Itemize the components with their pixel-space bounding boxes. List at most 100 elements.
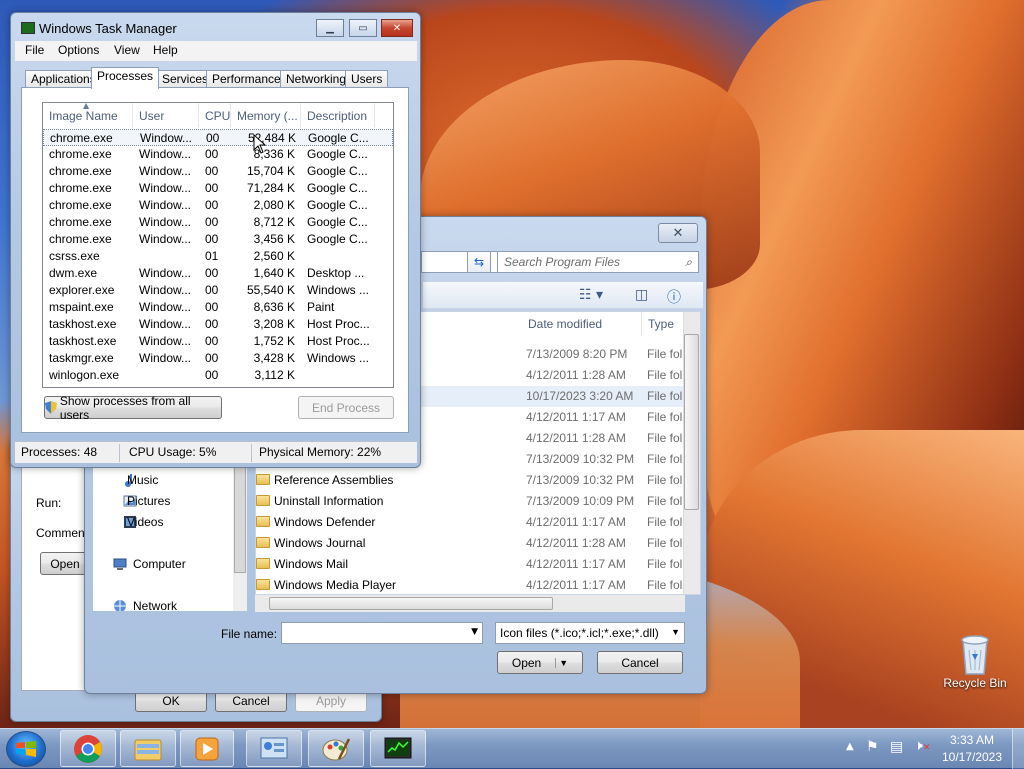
column-header-user-name[interactable]: User Name [133,103,199,149]
process-user-name: Window... [139,164,192,178]
tab-networking[interactable]: Networking [280,70,353,88]
file-name-input[interactable]: ▼ [281,622,483,644]
process-description: Paint [307,300,335,314]
process-row[interactable]: taskmgr.exe Window... 00 3,428 K Windows ... [43,350,393,367]
menu-view[interactable]: View [114,43,140,57]
process-user-name: Window... [139,198,192,212]
network-tray-icon[interactable]: ▤ [890,739,903,755]
file-list-row[interactable]: Windows Journal 4/12/2011 1:28 AM File fol [256,533,686,554]
navigation-pane-scrollbar[interactable] [233,463,247,611]
help-icon[interactable]: ⓘ [667,287,681,307]
menu-file[interactable]: File [25,43,44,57]
column-header-date-modified[interactable]: Date modified [522,312,642,336]
process-row[interactable]: chrome.exe Window... 00 15,704 K Google C... [43,163,393,180]
process-row[interactable]: chrome.exe Window... 00 3,456 K Google C... [43,231,393,248]
file-list-row[interactable]: Reference Assemblies 7/13/2009 10:32 PM Fi… [256,470,686,491]
nav-item-music[interactable]: Music [127,470,158,490]
column-header-description[interactable]: Description [301,103,375,127]
process-row[interactable]: explorer.exe Window... 00 55,540 K Windows .… [43,282,393,299]
taskbar: ▲ ⚑ ▤ 🕨✕ 3:33 AM 10/17/2023 [0,728,1024,769]
nav-item-pictures[interactable]: Pictures [127,491,170,511]
nav-item-computer[interactable]: Computer [133,554,186,574]
tab-performance[interactable]: Performance [206,70,287,88]
file-list-horizontal-scrollbar[interactable] [255,595,685,612]
process-row[interactable]: chrome.exe Window... 00 2,080 K Google C... [43,197,393,214]
process-cpu: 00 [205,181,219,195]
process-row[interactable]: dwm.exe Window... 00 1,640 K Desktop ... [43,265,393,282]
open-button[interactable]: Open ▼ [497,651,583,674]
scrollbar-thumb[interactable] [684,334,699,510]
minimize-button[interactable]: ▁ [316,19,344,37]
process-user-name: Window... [139,351,192,365]
close-button[interactable]: ✕ [381,19,413,37]
start-button[interactable] [6,731,46,767]
taskbar-media-player[interactable] [180,730,234,767]
file-type: File fol [647,557,683,571]
taskbar-explorer[interactable] [120,730,176,767]
close-button[interactable]: ✕ [658,223,698,243]
clock-time[interactable]: 3:33 AM [940,733,1004,747]
file-type-select[interactable]: Icon files (*.ico;*.icl;*.exe;*.dll) ▼ [495,622,685,644]
process-description: Windows ... [307,283,370,297]
command-bar: ☷ ▾ ◫ ⓘ [423,281,703,309]
clock-date[interactable]: 10/17/2023 [940,750,1004,764]
folder-icon [256,537,270,548]
process-row[interactable]: taskhost.exe Window... 00 3,208 K Host Proc.… [43,316,393,333]
end-process-button[interactable]: End Process [298,396,394,419]
process-row[interactable]: csrss.exe 01 2,560 K [43,248,393,265]
column-header-memory[interactable]: Memory (... [231,103,301,127]
file-list-row[interactable]: Windows Defender 4/12/2011 1:17 AM File fo… [256,512,686,533]
recycle-bin[interactable]: Recycle Bin [940,630,1010,690]
preview-pane-icon[interactable]: ◫ [635,287,648,303]
taskbar-task-manager[interactable] [370,730,426,767]
column-header-type[interactable]: Type [642,312,688,336]
taskbar-control-panel[interactable] [246,730,302,767]
process-row[interactable]: chrome.exe Window... 00 8,712 K Google C... [43,214,393,231]
nav-item-videos[interactable]: Videos [127,512,163,532]
file-type: File fol [647,452,683,466]
open-file-location-button[interactable]: Open [40,552,90,575]
process-row[interactable]: mspaint.exe Window... 00 8,636 K Paint [43,299,393,316]
windows-logo-icon [16,741,36,757]
control-panel-icon [260,737,288,758]
file-list-row[interactable]: Uninstall Information 7/13/2009 10:09 PM F… [256,491,686,512]
process-memory: 3,456 K [253,232,295,246]
nav-item-network[interactable]: Network [133,596,177,611]
process-row[interactable]: winlogon.exe 00 3,112 K [43,367,393,384]
maximize-button[interactable]: ▭ [349,19,377,37]
volume-muted-icon[interactable]: 🕨✕ [914,738,930,754]
process-row[interactable]: chrome.exe Window... 00 52,484 K Google C... [43,129,393,146]
process-row[interactable]: chrome.exe Window... 00 8,336 K Google C... [43,146,393,163]
file-list-row[interactable]: Windows Mail 4/12/2011 1:17 AM File fol [256,554,686,575]
process-row[interactable]: chrome.exe Window... 00 71,284 K Google C... [43,180,393,197]
refresh-button[interactable]: ⇆ [467,251,491,273]
file-list-row[interactable]: Windows Media Player 4/12/2011 1:17 AM Fil… [256,575,686,594]
cancel-button[interactable]: Cancel [597,651,683,674]
process-cpu: 00 [205,232,219,246]
file-name: Windows Mail [274,557,349,571]
show-desktop-button[interactable] [1012,729,1024,769]
file-date-modified: 7/13/2009 10:32 PM [526,452,635,466]
split-chevron-icon[interactable]: ▼ [555,657,568,668]
show-hidden-icons-icon[interactable]: ▲ [846,741,854,752]
taskbar-chrome[interactable] [60,730,116,767]
search-input[interactable]: Search Program Files ⌕ [497,251,699,273]
show-all-processes-button[interactable]: Show processes from all users [44,394,222,422]
file-list-scrollbar[interactable] [683,312,700,594]
process-table: Image Name User Name CPU Memory (... Des… [42,102,394,388]
column-header-cpu[interactable]: CPU [199,103,231,127]
comment-label: Commen [36,526,85,540]
tab-processes[interactable]: Processes [91,67,160,89]
menu-help[interactable]: Help [153,43,178,57]
process-cpu: 00 [205,334,219,348]
menu-options[interactable]: Options [58,43,99,57]
action-center-flag-icon[interactable]: ⚑ [866,739,879,755]
file-date-modified: 4/12/2011 1:17 AM [526,410,626,424]
taskbar-paint[interactable] [308,730,364,767]
process-memory: 3,208 K [253,317,295,331]
tab-users[interactable]: Users [345,70,389,88]
view-options-icon[interactable]: ☷ ▾ [579,287,603,303]
process-row[interactable]: taskhost.exe Window... 00 1,752 K Host Proc.… [43,333,393,350]
process-user-name: Window... [139,215,192,229]
horizontal-scrollbar-thumb[interactable] [269,597,553,610]
